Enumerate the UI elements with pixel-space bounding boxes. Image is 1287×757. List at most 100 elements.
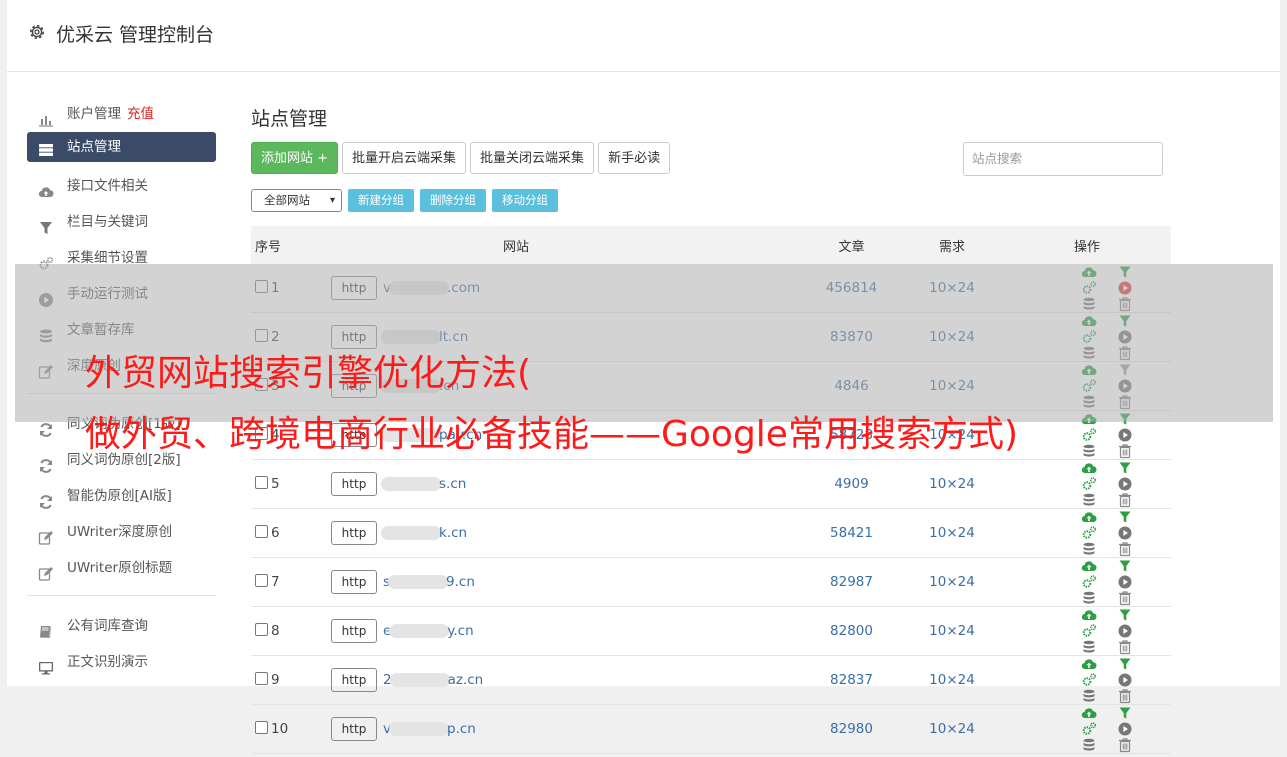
banner-overlay	[15, 264, 1273, 422]
batch-close-cloud-button[interactable]: 批量关闭云端采集	[470, 142, 595, 174]
row-ops-cell	[1003, 607, 1171, 656]
article-count[interactable]: 82987	[802, 558, 901, 607]
cloud-upload-icon[interactable]	[1081, 558, 1097, 574]
play-circle-icon[interactable]	[1117, 721, 1133, 737]
chevron-down-icon: ▾	[329, 195, 335, 206]
row-checkbox[interactable]	[255, 574, 268, 587]
trash-icon[interactable]	[1117, 443, 1133, 459]
redacted-mask	[389, 624, 450, 638]
row-number: 10	[271, 721, 289, 737]
site-domain-link[interactable]: e y.cn	[383, 623, 474, 639]
sidebar-item-tools-0[interactable]: 公有词库查询	[27, 608, 216, 644]
need-value[interactable]: 10×24	[901, 607, 1003, 656]
protocol-badge[interactable]: http	[331, 521, 377, 545]
site-search-input[interactable]: 站点搜索	[963, 142, 1163, 176]
sidebar-item-tools-1[interactable]: 正文识别演示	[27, 644, 216, 680]
need-value[interactable]: 10×24	[901, 705, 1003, 754]
row-checkbox[interactable]	[255, 623, 268, 636]
site-domain-link[interactable]: v p.cn	[383, 721, 476, 737]
trash-icon[interactable]	[1117, 590, 1133, 606]
play-circle-icon[interactable]	[1117, 525, 1133, 541]
article-count[interactable]: 4909	[802, 460, 901, 509]
play-circle-icon[interactable]	[1117, 623, 1133, 639]
row-no-cell: 9	[251, 656, 329, 705]
trash-icon[interactable]	[1117, 541, 1133, 557]
header-no: 序号	[255, 239, 282, 255]
article-count[interactable]: 82980	[802, 705, 901, 754]
database-icon[interactable]	[1081, 443, 1097, 459]
redacted-mask	[389, 722, 449, 736]
row-checkbox[interactable]	[255, 672, 268, 685]
protocol-badge[interactable]: http	[331, 717, 377, 741]
move-group-button[interactable]: 移动分组	[492, 189, 558, 212]
batch-open-cloud-button[interactable]: 批量开启云端采集	[342, 142, 467, 174]
cloud-upload-icon[interactable]	[1081, 656, 1097, 672]
protocol-badge[interactable]: http	[331, 668, 377, 692]
play-circle-icon[interactable]	[1117, 476, 1133, 492]
trash-icon[interactable]	[1117, 737, 1133, 753]
filter-icon[interactable]	[1117, 558, 1133, 574]
row-no-cell: 8	[251, 607, 329, 656]
filter-icon[interactable]	[1117, 460, 1133, 476]
recharge-link[interactable]: 充值	[127, 106, 154, 122]
row-checkbox[interactable]	[255, 525, 268, 538]
article-count[interactable]: 82837	[802, 656, 901, 705]
article-count[interactable]: 58421	[802, 509, 901, 558]
cogs-icon[interactable]	[1081, 721, 1097, 737]
delete-group-button[interactable]: 删除分组	[420, 189, 486, 212]
row-number: 7	[271, 574, 280, 590]
filter-icon[interactable]	[1117, 607, 1133, 623]
sidebar-item-rewrite-2[interactable]: 智能伪原创[AI版]	[27, 478, 216, 514]
database-icon[interactable]	[1081, 688, 1097, 704]
cloud-upload-icon[interactable]	[1081, 509, 1097, 525]
cogs-icon[interactable]	[1081, 476, 1097, 492]
protocol-badge[interactable]: http	[331, 619, 377, 643]
sidebar-item-3[interactable]: 栏目与关键词	[27, 204, 216, 240]
cogs-icon[interactable]	[1081, 574, 1097, 590]
database-icon[interactable]	[1081, 590, 1097, 606]
trash-icon[interactable]	[1117, 688, 1133, 704]
cogs-icon[interactable]	[1081, 525, 1097, 541]
guide-button[interactable]: 新手必读	[598, 142, 671, 174]
sidebar-item-1[interactable]: 站点管理	[27, 132, 216, 162]
trash-icon[interactable]	[1117, 492, 1133, 508]
filter-icon[interactable]	[1117, 509, 1133, 525]
site-domain-link[interactable]: k.cn	[381, 525, 467, 541]
trash-icon[interactable]	[1117, 639, 1133, 655]
cloud-upload-icon[interactable]	[1081, 705, 1097, 721]
filter-icon[interactable]	[1117, 705, 1133, 721]
row-checkbox[interactable]	[255, 721, 268, 734]
new-group-button[interactable]: 新建分组	[348, 189, 414, 212]
database-icon[interactable]	[1081, 492, 1097, 508]
cogs-icon[interactable]	[1081, 427, 1097, 443]
group-select[interactable]: 全部网站 ▾	[251, 189, 342, 212]
protocol-badge[interactable]: http	[331, 472, 377, 496]
site-domain-link[interactable]: s.cn	[381, 476, 466, 492]
row-no-cell: 10	[251, 705, 329, 754]
cloud-upload-icon[interactable]	[1081, 460, 1097, 476]
row-site-cell: http v p.cn	[329, 705, 802, 754]
database-icon[interactable]	[1081, 639, 1097, 655]
protocol-badge[interactable]: http	[331, 570, 377, 594]
table-row: 8 http e y.cn 82800 10×24	[251, 607, 1171, 656]
database-icon[interactable]	[1081, 737, 1097, 753]
cogs-icon[interactable]	[1081, 623, 1097, 639]
need-value[interactable]: 10×24	[901, 558, 1003, 607]
add-site-button[interactable]: 添加网站 +	[251, 142, 339, 174]
sidebar-item-rewrite-3[interactable]: UWriter深度原创	[27, 514, 216, 550]
need-value[interactable]: 10×24	[901, 509, 1003, 558]
sidebar-item-label: 接口文件相关	[67, 178, 148, 194]
database-icon[interactable]	[1081, 541, 1097, 557]
sidebar-item-0[interactable]: 账户管理 充值	[27, 96, 216, 132]
cloud-upload-icon[interactable]	[1081, 607, 1097, 623]
need-value[interactable]: 10×24	[901, 656, 1003, 705]
need-value[interactable]: 10×24	[901, 460, 1003, 509]
row-checkbox[interactable]	[255, 476, 268, 489]
article-count[interactable]: 82800	[802, 607, 901, 656]
play-circle-icon[interactable]	[1117, 427, 1133, 443]
sidebar-item-rewrite-4[interactable]: UWriter原创标题	[27, 550, 216, 586]
sidebar-item-2[interactable]: 接口文件相关	[27, 168, 216, 204]
play-circle-icon[interactable]	[1117, 574, 1133, 590]
site-domain-link[interactable]: s 9.cn	[383, 574, 475, 590]
filter-icon[interactable]	[1117, 656, 1133, 672]
